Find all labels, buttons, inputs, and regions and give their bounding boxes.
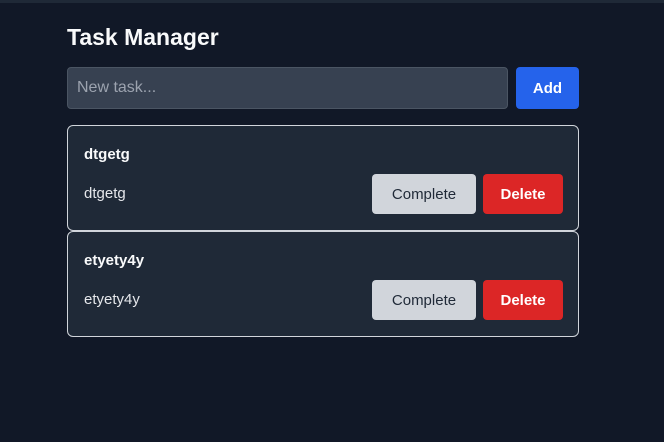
add-task-row: Add [67,67,579,109]
window-top-bar [0,0,664,3]
complete-button[interactable]: Complete [372,280,476,320]
task-description: dtgetg [84,185,126,202]
task-card: dtgetg dtgetg Complete Delete [67,125,579,231]
delete-button[interactable]: Delete [483,280,563,320]
task-manager-app: Task Manager Add dtgetg dtgetg Complete … [67,22,579,337]
task-title: etyety4y [84,252,145,269]
add-task-button[interactable]: Add [516,67,579,109]
page-title: Task Manager [67,24,219,50]
new-task-input[interactable] [67,67,508,109]
task-title: dtgetg [84,146,130,163]
delete-button[interactable]: Delete [483,174,563,214]
task-description: etyety4y [84,291,140,308]
task-card: etyety4y etyety4y Complete Delete [67,231,579,337]
task-list: dtgetg dtgetg Complete Delete etyety4y e… [67,125,579,337]
complete-button[interactable]: Complete [372,174,476,214]
